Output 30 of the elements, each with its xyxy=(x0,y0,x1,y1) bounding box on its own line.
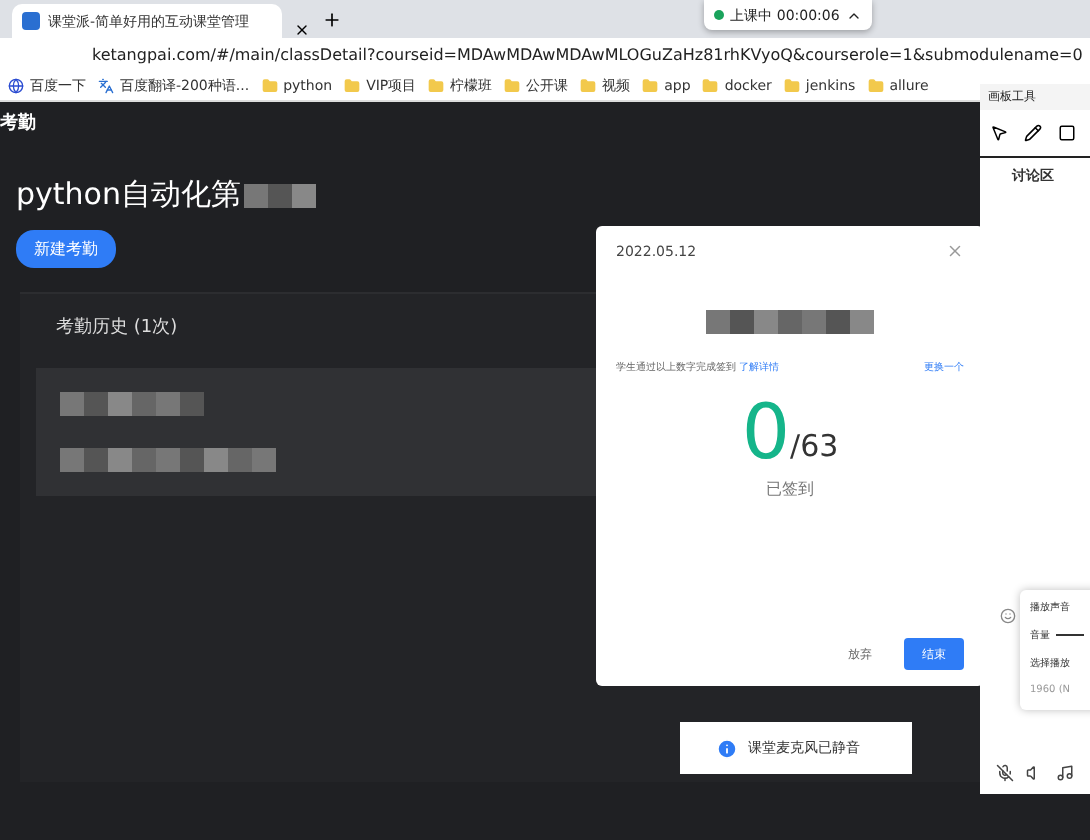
course-title: python自动化第 xyxy=(16,176,241,214)
pointer-icon[interactable] xyxy=(990,124,1008,142)
new-attendance-button[interactable]: 新建考勤 xyxy=(16,230,116,268)
folder-icon xyxy=(504,78,521,94)
translate-icon xyxy=(98,78,114,94)
signed-count: 0 xyxy=(741,394,791,470)
folder-icon xyxy=(642,78,659,94)
folder-icon xyxy=(580,78,597,94)
live-dot-icon xyxy=(714,10,725,20)
folder-icon xyxy=(867,78,884,94)
blurred-text-drawing xyxy=(244,181,317,209)
folder-icon xyxy=(702,78,719,94)
smile-icon[interactable] xyxy=(1000,608,1016,624)
music-icon[interactable] xyxy=(1056,764,1074,782)
close-icon[interactable] xyxy=(294,22,310,38)
folder-icon xyxy=(783,78,800,94)
folder-icon xyxy=(428,78,445,94)
square-icon[interactable] xyxy=(1058,124,1076,142)
folder-icon xyxy=(261,78,278,94)
blurred-text-drawing xyxy=(60,390,204,418)
new-tab-icon[interactable] xyxy=(322,10,342,30)
pencil-icon[interactable] xyxy=(1024,124,1042,142)
signed-label: 已签到 xyxy=(764,478,816,500)
total-count: /63 xyxy=(790,428,839,464)
section-title: 考勤 xyxy=(0,110,38,136)
folder-icon xyxy=(344,78,361,94)
mic-off-icon[interactable] xyxy=(996,764,1014,782)
info-icon xyxy=(716,737,738,759)
history-title: 考勤历史 (1次) xyxy=(56,315,178,340)
site-icon xyxy=(22,12,40,30)
